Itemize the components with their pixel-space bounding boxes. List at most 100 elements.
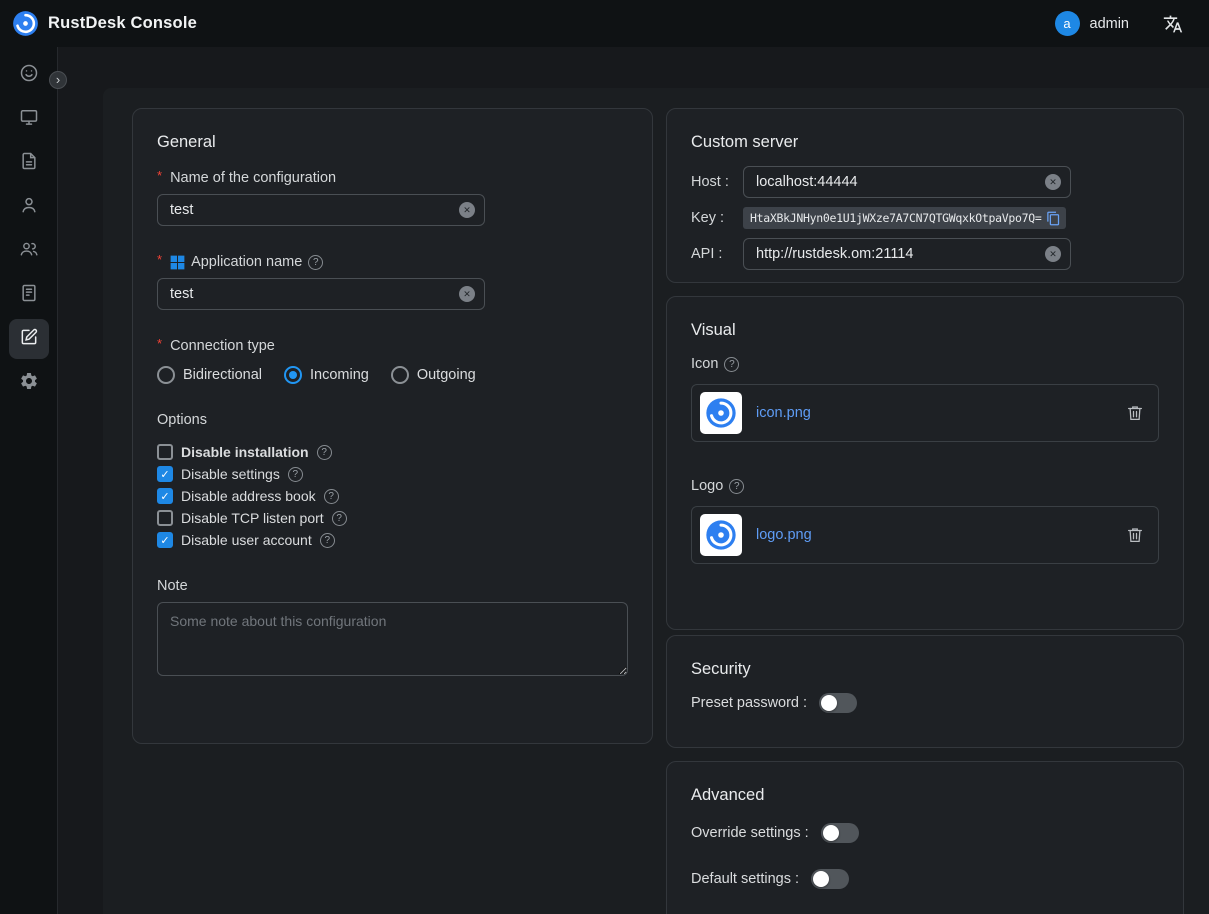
options-label: Options xyxy=(157,412,628,428)
help-icon[interactable] xyxy=(729,479,744,494)
connection-type-label: Connection type xyxy=(157,338,628,354)
checkbox-disable-installation[interactable]: Disable installation xyxy=(157,442,628,462)
config-name-label: Name of the configuration xyxy=(157,170,628,186)
clear-icon[interactable] xyxy=(459,202,475,218)
api-row: API : xyxy=(691,238,1159,270)
application-name-label: Application name xyxy=(157,254,628,270)
preset-password-label: Preset password : xyxy=(691,695,807,711)
api-label: API : xyxy=(691,246,743,262)
visual-card: Visual Icon icon.png xyxy=(666,296,1184,630)
logo-label: Logo xyxy=(691,478,1159,494)
advanced-card: Advanced Override settings : Default set… xyxy=(666,761,1184,914)
checkbox-disable-user-account[interactable]: Disable user account xyxy=(157,530,628,550)
help-icon[interactable] xyxy=(324,489,339,504)
sidebar-item-settings[interactable] xyxy=(9,363,49,403)
monitor-icon xyxy=(19,107,39,132)
icon-file-box: icon.png xyxy=(691,384,1159,442)
default-settings-label: Default settings : xyxy=(691,871,799,887)
config-name-field[interactable] xyxy=(157,194,485,226)
checkbox-box[interactable] xyxy=(157,510,173,526)
visual-title: Visual xyxy=(691,321,1159,340)
logo-preview xyxy=(700,514,742,556)
checkbox-box[interactable] xyxy=(157,532,173,548)
checkbox-box[interactable] xyxy=(157,444,173,460)
application-name-field[interactable] xyxy=(157,278,485,310)
host-field[interactable] xyxy=(743,166,1071,198)
override-settings-row: Override settings : xyxy=(691,823,1159,843)
general-card: General Name of the configuration Applic… xyxy=(132,108,653,744)
checkbox-box[interactable] xyxy=(157,488,173,504)
clear-icon[interactable] xyxy=(1045,174,1061,190)
application-name-input[interactable] xyxy=(170,286,459,302)
checkbox-disable-address-book[interactable]: Disable address book xyxy=(157,486,628,506)
radio-circle[interactable] xyxy=(284,366,302,384)
key-value-pill: HtaXBkJNHyn0e1U1jWXze7A7CN7QTGWqxkOtpaVp… xyxy=(743,207,1066,229)
icon-label: Icon xyxy=(691,356,1159,372)
general-card-title: General xyxy=(157,133,628,152)
clear-icon[interactable] xyxy=(1045,246,1061,262)
key-value: HtaXBkJNHyn0e1U1jWXze7A7CN7QTGWqxkOtpaVp… xyxy=(750,211,1041,225)
sidebar-item-dashboard[interactable] xyxy=(9,55,49,95)
host-input[interactable] xyxy=(756,174,1045,190)
default-settings-toggle[interactable] xyxy=(811,869,849,889)
preset-password-row: Preset password : xyxy=(691,693,1159,713)
sidebar-item-users[interactable] xyxy=(9,187,49,227)
help-icon[interactable] xyxy=(320,533,335,548)
help-icon[interactable] xyxy=(332,511,347,526)
required-asterisk xyxy=(157,254,164,270)
user-name[interactable]: admin xyxy=(1090,16,1130,32)
language-translate-icon[interactable] xyxy=(1163,14,1183,34)
user-avatar[interactable]: a xyxy=(1055,11,1080,36)
key-label: Key : xyxy=(691,210,743,226)
required-asterisk xyxy=(157,170,164,186)
checkbox-box[interactable] xyxy=(157,466,173,482)
note-textarea[interactable] xyxy=(157,602,628,676)
api-input[interactable] xyxy=(756,246,1045,262)
custom-server-title: Custom server xyxy=(691,133,1159,152)
document-icon xyxy=(19,151,39,176)
main-content: General Name of the configuration Applic… xyxy=(58,47,1209,914)
radio-circle[interactable] xyxy=(391,366,409,384)
journal-icon xyxy=(19,283,39,308)
smiley-icon xyxy=(19,63,39,88)
sidebar-item-documents[interactable] xyxy=(9,143,49,183)
app-title: RustDesk Console xyxy=(48,14,197,33)
trash-icon[interactable] xyxy=(1126,404,1144,422)
checkbox-disable-tcp-listen-port[interactable]: Disable TCP listen port xyxy=(157,508,628,528)
sidebar-expand-button[interactable] xyxy=(49,71,67,89)
preset-password-toggle[interactable] xyxy=(819,693,857,713)
sidebar-item-logs[interactable] xyxy=(9,275,49,315)
sidebar-item-devices[interactable] xyxy=(9,99,49,139)
key-row: Key : HtaXBkJNHyn0e1U1jWXze7A7CN7QTGWqxk… xyxy=(691,207,1159,229)
required-asterisk xyxy=(157,338,164,354)
users-icon xyxy=(19,239,39,264)
radio-bidirectional[interactable]: Bidirectional xyxy=(157,366,262,384)
help-icon[interactable] xyxy=(308,255,323,270)
trash-icon[interactable] xyxy=(1126,526,1144,544)
note-label: Note xyxy=(157,578,628,594)
config-name-input[interactable] xyxy=(170,202,459,218)
checkbox-disable-settings[interactable]: Disable settings xyxy=(157,464,628,484)
user-icon xyxy=(19,195,39,220)
sidebar-item-custom-clients[interactable] xyxy=(9,319,49,359)
windows-icon xyxy=(170,255,185,270)
custom-server-card: Custom server Host : Key : HtaXBkJNHyn0e… xyxy=(666,108,1184,283)
advanced-title: Advanced xyxy=(691,786,1159,805)
help-icon[interactable] xyxy=(288,467,303,482)
icon-file-link[interactable]: icon.png xyxy=(756,405,811,421)
security-title: Security xyxy=(691,660,1159,679)
logo-file-link[interactable]: logo.png xyxy=(756,527,812,543)
clear-icon[interactable] xyxy=(459,286,475,302)
radio-circle[interactable] xyxy=(157,366,175,384)
gear-icon xyxy=(19,371,39,396)
api-field[interactable] xyxy=(743,238,1071,270)
override-settings-label: Override settings : xyxy=(691,825,809,841)
sidebar-item-groups[interactable] xyxy=(9,231,49,271)
help-icon[interactable] xyxy=(317,445,332,460)
override-settings-toggle[interactable] xyxy=(821,823,859,843)
help-icon[interactable] xyxy=(724,357,739,372)
radio-outgoing[interactable]: Outgoing xyxy=(391,366,476,384)
radio-incoming[interactable]: Incoming xyxy=(284,366,369,384)
copy-icon[interactable] xyxy=(1046,211,1061,226)
edit-square-icon xyxy=(19,327,39,352)
